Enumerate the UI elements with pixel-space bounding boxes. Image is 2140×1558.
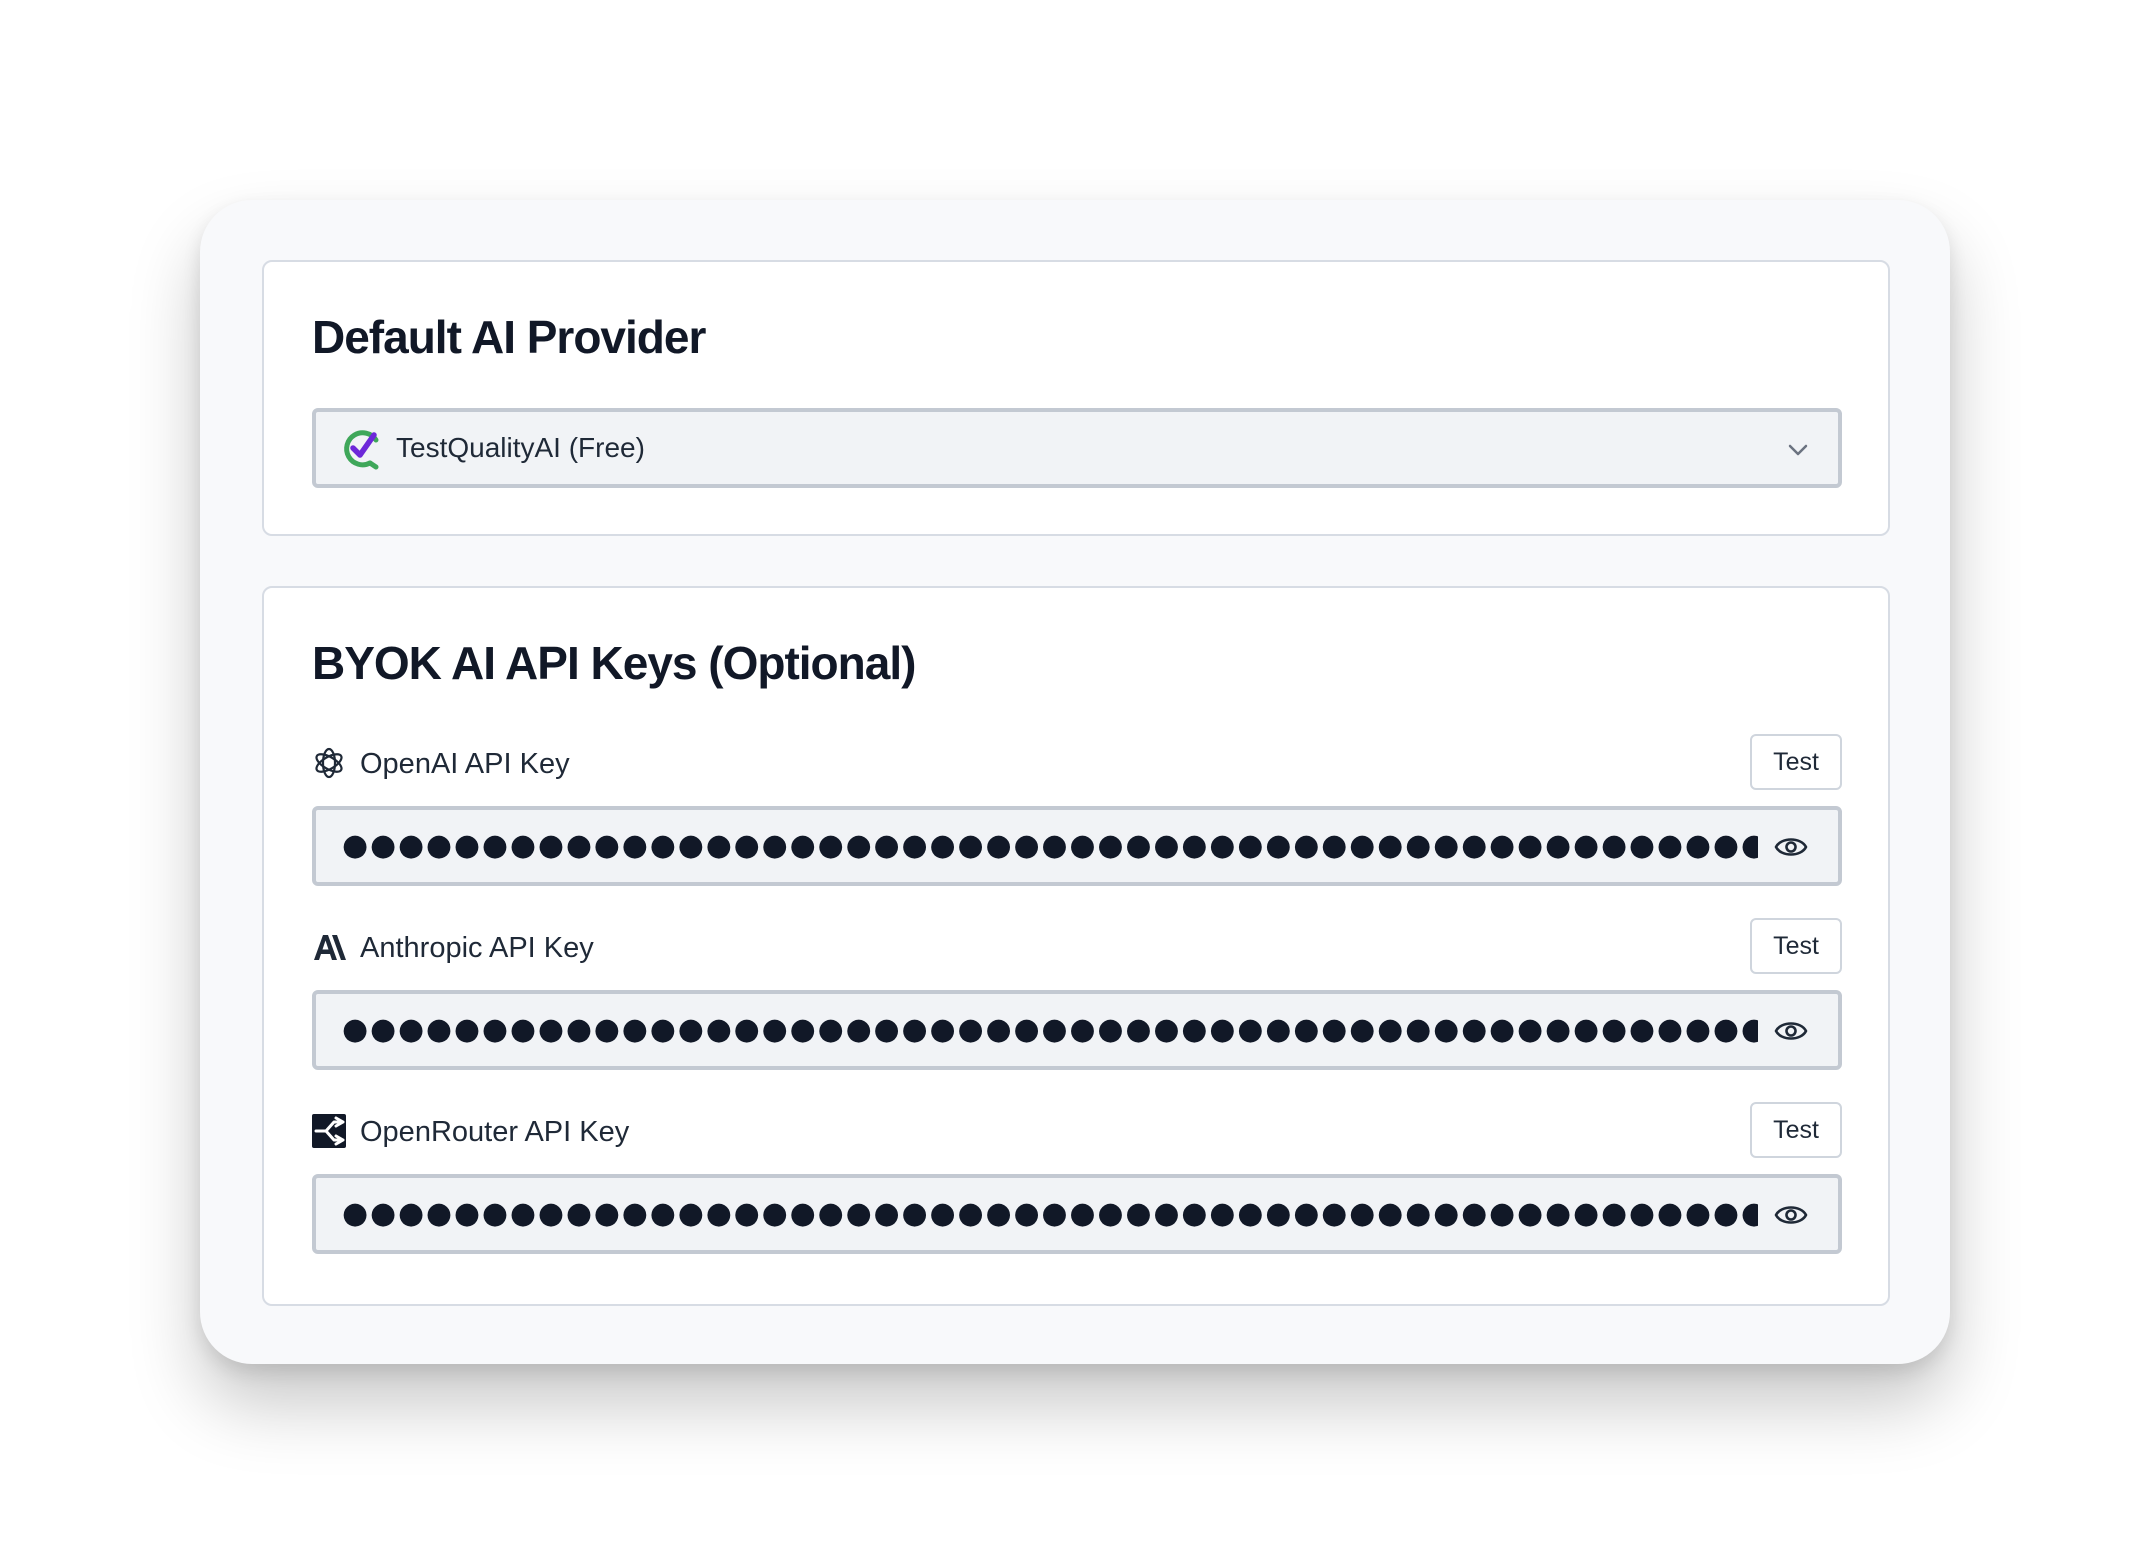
anthropic-test-button[interactable]: Test xyxy=(1750,918,1842,974)
eye-icon[interactable] xyxy=(1774,832,1808,862)
openrouter-key-label: OpenRouter API Key xyxy=(360,1116,630,1148)
openrouter-key-row: OpenRouter API Key Test xyxy=(312,1102,1842,1158)
openrouter-icon xyxy=(312,1114,346,1148)
anthropic-key-label: Anthropic API Key xyxy=(360,932,594,964)
anthropic-key-row: Anthropic API Key Test xyxy=(312,918,1842,974)
openai-key-row: OpenAI API Key Test xyxy=(312,734,1842,790)
openai-test-button[interactable]: Test xyxy=(1750,734,1842,790)
anthropic-key-value: ●●●●●●●●●●●●●●●●●●●●●●●●●●●●●●●●●●●●●●●●… xyxy=(342,1012,1758,1047)
openai-key-value: ●●●●●●●●●●●●●●●●●●●●●●●●●●●●●●●●●●●●●●●●… xyxy=(342,828,1758,863)
chevron-down-icon xyxy=(1788,444,1808,456)
byok-keys-title: BYOK AI API Keys (Optional) xyxy=(312,637,916,689)
eye-icon[interactable] xyxy=(1774,1200,1808,1230)
openai-key-label: OpenAI API Key xyxy=(360,748,570,780)
openrouter-test-button[interactable]: Test xyxy=(1750,1102,1842,1158)
byok-keys-panel: BYOK AI API Keys (Optional) OpenAI API K… xyxy=(262,586,1890,1306)
openrouter-key-input[interactable]: ●●●●●●●●●●●●●●●●●●●●●●●●●●●●●●●●●●●●●●●●… xyxy=(312,1174,1842,1254)
openrouter-key-value: ●●●●●●●●●●●●●●●●●●●●●●●●●●●●●●●●●●●●●●●●… xyxy=(342,1196,1758,1231)
default-provider-value: TestQualityAI (Free) xyxy=(396,432,645,463)
openai-key-input[interactable]: ●●●●●●●●●●●●●●●●●●●●●●●●●●●●●●●●●●●●●●●●… xyxy=(312,806,1842,886)
testquality-check-icon xyxy=(344,430,379,470)
openai-icon xyxy=(315,747,343,779)
settings-card: Default AI Provider TestQualityAI (Free)… xyxy=(200,200,1950,1364)
anthropic-key-input[interactable]: ●●●●●●●●●●●●●●●●●●●●●●●●●●●●●●●●●●●●●●●●… xyxy=(312,990,1842,1070)
eye-icon[interactable] xyxy=(1774,1016,1808,1046)
default-provider-title: Default AI Provider xyxy=(312,311,706,363)
default-provider-panel: Default AI Provider TestQualityAI (Free) xyxy=(262,260,1890,536)
anthropic-icon xyxy=(314,935,346,960)
default-provider-select[interactable]: TestQualityAI (Free) xyxy=(312,408,1842,488)
